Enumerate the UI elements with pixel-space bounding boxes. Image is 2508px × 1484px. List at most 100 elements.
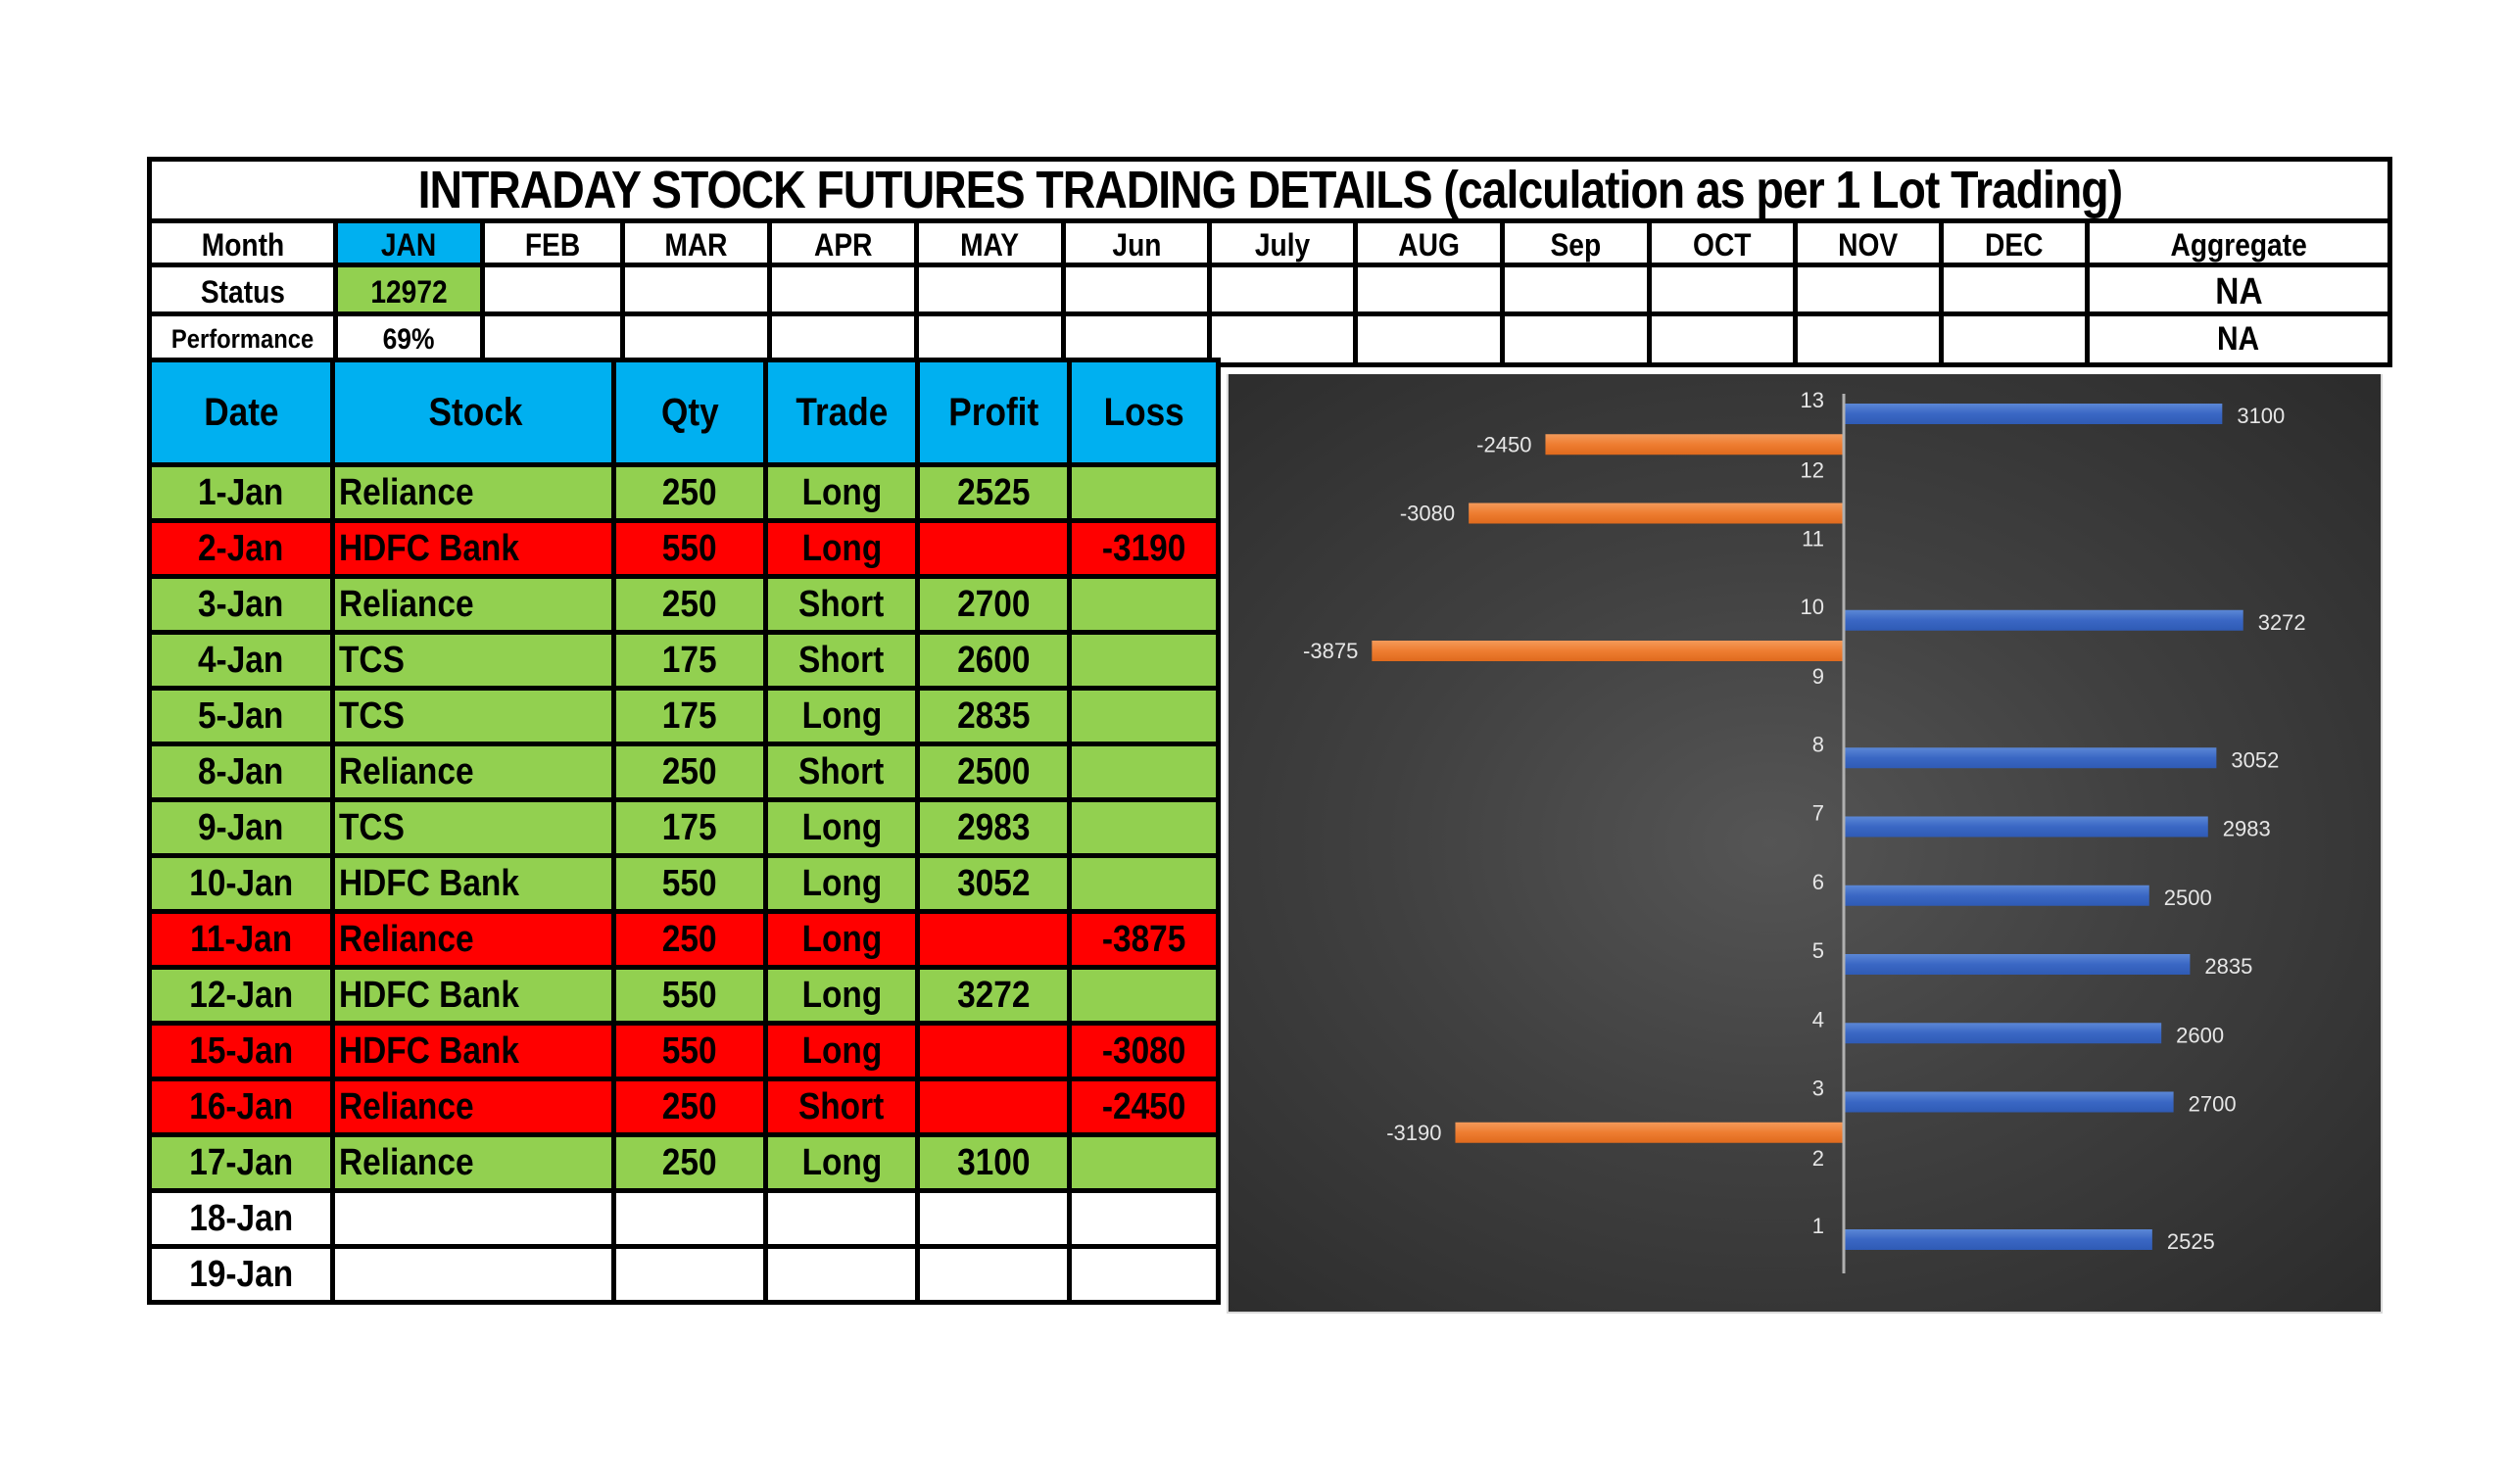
trade-cell-profit[interactable] (915, 909, 1072, 970)
trade-cell-date[interactable]: 18-Jan (147, 1188, 335, 1249)
trade-cell-stock[interactable]: TCS (330, 686, 616, 746)
trade-cell-loss[interactable]: -3190 (1067, 518, 1221, 579)
trade-cell-loss[interactable] (1067, 797, 1221, 858)
trade-cell-date[interactable]: 16-Jan (147, 1077, 335, 1137)
trade-cell-qty[interactable]: 550 (611, 853, 768, 914)
trade-cell-loss[interactable] (1067, 686, 1221, 746)
trade-cell-profit[interactable] (915, 1021, 1072, 1081)
performance-cell-nov[interactable] (1793, 311, 1944, 367)
trade-cell-qty[interactable]: 250 (611, 1132, 768, 1193)
trade-cell-date[interactable]: 10-Jan (147, 853, 335, 914)
trade-cell-profit[interactable] (915, 1244, 1072, 1305)
trade-cell-stock[interactable]: HDFC Bank (330, 518, 616, 579)
trade-cell-qty[interactable]: 550 (611, 965, 768, 1026)
trade-cell-loss[interactable]: -3080 (1067, 1021, 1221, 1081)
trade-cell-trade[interactable]: Long (763, 1132, 920, 1193)
trade-cell-loss[interactable] (1067, 462, 1221, 523)
trade-cell-qty[interactable]: 550 (611, 518, 768, 579)
trade-cell-loss[interactable] (1067, 965, 1221, 1026)
trade-cell-qty[interactable]: 250 (611, 909, 768, 970)
trade-cell-loss[interactable] (1067, 1132, 1221, 1193)
trade-cell-qty[interactable]: 250 (611, 462, 768, 523)
trade-cell-qty[interactable]: 175 (611, 797, 768, 858)
trade-cell-date[interactable]: 8-Jan (147, 742, 335, 802)
trade-cell-stock[interactable]: HDFC Bank (330, 1021, 616, 1081)
trade-cell-loss[interactable] (1067, 853, 1221, 914)
trade-cell-profit[interactable]: 2600 (915, 630, 1072, 691)
trade-cell-stock[interactable]: Reliance (330, 909, 616, 970)
performance-cell-sep[interactable] (1500, 311, 1652, 367)
trade-cell-stock[interactable] (330, 1188, 616, 1249)
performance-cell-oct[interactable] (1647, 311, 1798, 367)
trade-cell-date[interactable]: 15-Jan (147, 1021, 335, 1081)
trade-cell-stock[interactable]: Reliance (330, 462, 616, 523)
trade-cell-profit[interactable]: 2983 (915, 797, 1072, 858)
trade-cell-profit[interactable]: 3272 (915, 965, 1072, 1026)
trade-cell-stock[interactable]: Reliance (330, 1077, 616, 1137)
header-profit[interactable]: Profit (915, 358, 1072, 467)
trade-cell-trade[interactable]: Short (763, 742, 920, 802)
performance-cell-aug[interactable] (1353, 311, 1505, 367)
trade-cell-trade[interactable]: Short (763, 630, 920, 691)
trade-cell-date[interactable]: 17-Jan (147, 1132, 335, 1193)
trade-cell-stock[interactable]: TCS (330, 797, 616, 858)
trade-cell-stock[interactable] (330, 1244, 616, 1305)
trade-cell-qty[interactable]: 175 (611, 630, 768, 691)
trade-cell-trade[interactable]: Long (763, 797, 920, 858)
trade-cell-date[interactable]: 12-Jan (147, 965, 335, 1026)
trade-cell-trade[interactable]: Long (763, 462, 920, 523)
trade-cell-date[interactable]: 19-Jan (147, 1244, 335, 1305)
trade-cell-profit[interactable]: 3100 (915, 1132, 1072, 1193)
trade-cell-profit[interactable] (915, 1188, 1072, 1249)
header-trade[interactable]: Trade (763, 358, 920, 467)
trade-cell-profit[interactable] (915, 518, 1072, 579)
trade-cell-qty[interactable] (611, 1244, 768, 1305)
performance-cell-july[interactable] (1207, 311, 1358, 367)
trade-cell-qty[interactable]: 250 (611, 574, 768, 635)
trade-cell-trade[interactable] (763, 1244, 920, 1305)
trade-cell-trade[interactable]: Long (763, 686, 920, 746)
trade-cell-stock[interactable]: HDFC Bank (330, 965, 616, 1026)
header-loss[interactable]: Loss (1067, 358, 1221, 467)
trade-cell-date[interactable]: 9-Jan (147, 797, 335, 858)
trade-cell-profit[interactable]: 2835 (915, 686, 1072, 746)
trade-cell-date[interactable]: 2-Jan (147, 518, 335, 579)
trade-cell-qty[interactable]: 175 (611, 686, 768, 746)
trade-cell-profit[interactable] (915, 1077, 1072, 1137)
trade-cell-trade[interactable]: Long (763, 965, 920, 1026)
trade-cell-date[interactable]: 4-Jan (147, 630, 335, 691)
trade-cell-qty[interactable]: 250 (611, 742, 768, 802)
trade-cell-loss[interactable]: -3875 (1067, 909, 1221, 970)
trade-cell-qty[interactable]: 250 (611, 1077, 768, 1137)
trade-cell-trade[interactable]: Long (763, 853, 920, 914)
trade-cell-trade[interactable]: Long (763, 909, 920, 970)
header-stock[interactable]: Stock (330, 358, 616, 467)
trade-cell-profit[interactable]: 2500 (915, 742, 1072, 802)
trade-cell-loss[interactable] (1067, 1188, 1221, 1249)
trade-cell-qty[interactable]: 550 (611, 1021, 768, 1081)
header-qty[interactable]: Qty (611, 358, 768, 467)
trade-cell-date[interactable]: 5-Jan (147, 686, 335, 746)
trade-cell-trade[interactable]: Short (763, 1077, 920, 1137)
trade-cell-loss[interactable] (1067, 574, 1221, 635)
trade-cell-loss[interactable] (1067, 630, 1221, 691)
trade-cell-stock[interactable]: HDFC Bank (330, 853, 616, 914)
trade-cell-trade[interactable]: Short (763, 574, 920, 635)
trade-cell-trade[interactable]: Long (763, 1021, 920, 1081)
trade-cell-date[interactable]: 3-Jan (147, 574, 335, 635)
trade-cell-profit[interactable]: 2525 (915, 462, 1072, 523)
trade-cell-date[interactable]: 11-Jan (147, 909, 335, 970)
aggregate-performance-cell[interactable]: NA (2085, 311, 2392, 367)
trade-cell-loss[interactable]: -2450 (1067, 1077, 1221, 1137)
header-date[interactable]: Date (147, 358, 335, 467)
trade-cell-stock[interactable]: TCS (330, 630, 616, 691)
trade-cell-loss[interactable] (1067, 1244, 1221, 1305)
performance-cell-dec[interactable] (1939, 311, 2090, 367)
trade-cell-date[interactable]: 1-Jan (147, 462, 335, 523)
trade-cell-profit[interactable]: 3052 (915, 853, 1072, 914)
trade-cell-stock[interactable]: Reliance (330, 1132, 616, 1193)
trade-cell-loss[interactable] (1067, 742, 1221, 802)
trade-cell-stock[interactable]: Reliance (330, 742, 616, 802)
trade-cell-profit[interactable]: 2700 (915, 574, 1072, 635)
trade-cell-qty[interactable] (611, 1188, 768, 1249)
